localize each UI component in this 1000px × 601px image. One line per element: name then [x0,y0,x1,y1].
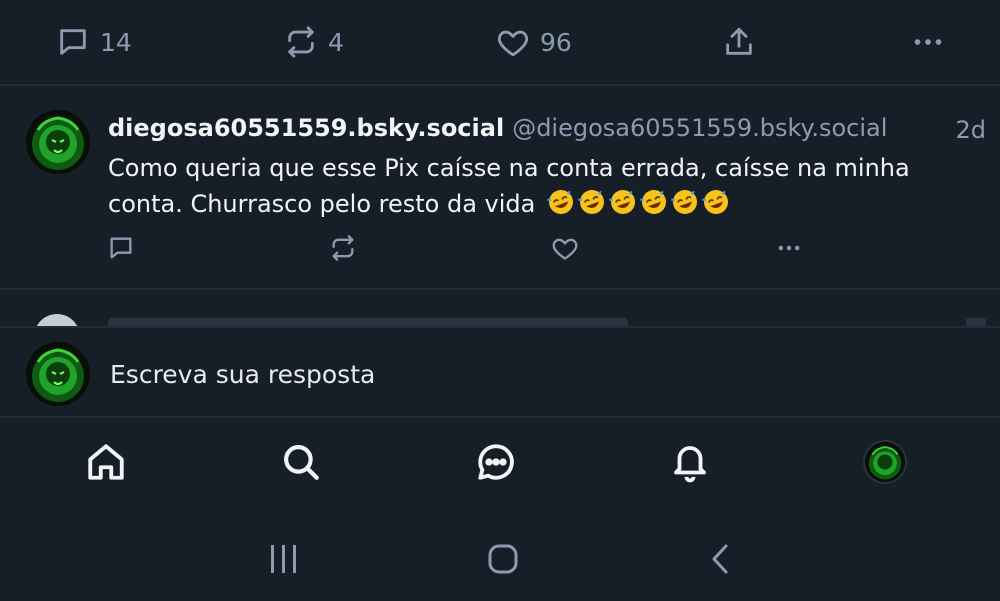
reply-count: 14 [100,27,132,57]
nav-chat-button[interactable] [474,440,518,484]
heart-icon [552,238,578,260]
repost-icon [332,235,354,261]
rofl-emoji-icon [640,190,667,214]
author-avatar[interactable] [26,110,90,174]
nav-home-button[interactable] [84,440,128,484]
next-post-timestamp-clipped [966,318,986,326]
repost-button[interactable] [329,234,357,266]
bottom-nav [0,418,1000,510]
rofl-emoji-icon [702,190,729,214]
system-nav-bar [0,510,1000,601]
more-horizontal-icon [914,39,942,45]
more-options-button[interactable] [774,234,804,266]
reply-icon [110,237,132,259]
nav-search-button[interactable] [279,440,323,484]
post-body: Como queria que esse Pix caísse na conta… [108,154,910,218]
reply-post[interactable]: diegosa60551559.bsky.social @diegosa60551… [0,86,1000,288]
home-square-icon [488,544,518,574]
repost-button[interactable]: 4 [284,22,344,62]
back-chevron-icon [712,544,728,574]
more-horizontal-icon [778,245,800,251]
rofl-emoji-icon [671,190,698,214]
my-avatar [26,342,90,406]
bell-icon [674,446,706,483]
post-timestamp: 2d [955,116,986,144]
nav-profile-button[interactable] [863,440,907,484]
lion-avatar-image [26,110,90,174]
rofl-emoji-icon [578,190,605,214]
chat-icon [478,444,514,480]
post-action-bar: 14 4 96 [0,0,1000,84]
reply-input-placeholder[interactable]: Escreva sua resposta [110,360,375,389]
author-name[interactable]: diegosa60551559.bsky.social [108,114,504,142]
heart-icon [497,30,529,57]
repost-count: 4 [328,27,344,57]
reply-button[interactable] [107,234,135,266]
reply-icon [60,29,86,55]
share-button[interactable] [722,22,756,62]
rofl-emoji-icon [609,190,636,214]
home-icon [88,444,124,480]
next-post-peek[interactable] [0,290,1000,326]
repost-icon [288,26,314,58]
post-header: diegosa60551559.bsky.social @diegosa60551… [108,114,887,142]
more-options-button[interactable] [910,22,946,62]
like-button[interactable]: 96 [496,22,572,62]
like-button[interactable] [551,234,579,266]
nav-notifications-button[interactable] [668,440,712,484]
next-post-avatar[interactable] [34,314,80,326]
back-system-button[interactable] [706,542,738,580]
recent-apps-icon [271,545,296,573]
search-icon [284,445,319,480]
rofl-emoji-icon [547,190,574,214]
lion-avatar-image [865,442,905,482]
like-count: 96 [540,27,572,57]
emoji-row [547,188,730,216]
reply-composer[interactable]: Escreva sua resposta [0,328,1000,416]
lion-avatar-image [26,342,90,406]
recent-apps-button[interactable] [268,542,300,580]
share-icon [726,27,752,55]
author-handle[interactable]: @diegosa60551559.bsky.social [512,114,887,142]
profile-avatar [863,440,907,484]
post-text: Como queria que esse Pix caísse na conta… [108,150,968,222]
home-system-button[interactable] [486,542,520,580]
reply-button[interactable]: 14 [56,22,132,62]
next-post-header-clipped [108,318,628,326]
